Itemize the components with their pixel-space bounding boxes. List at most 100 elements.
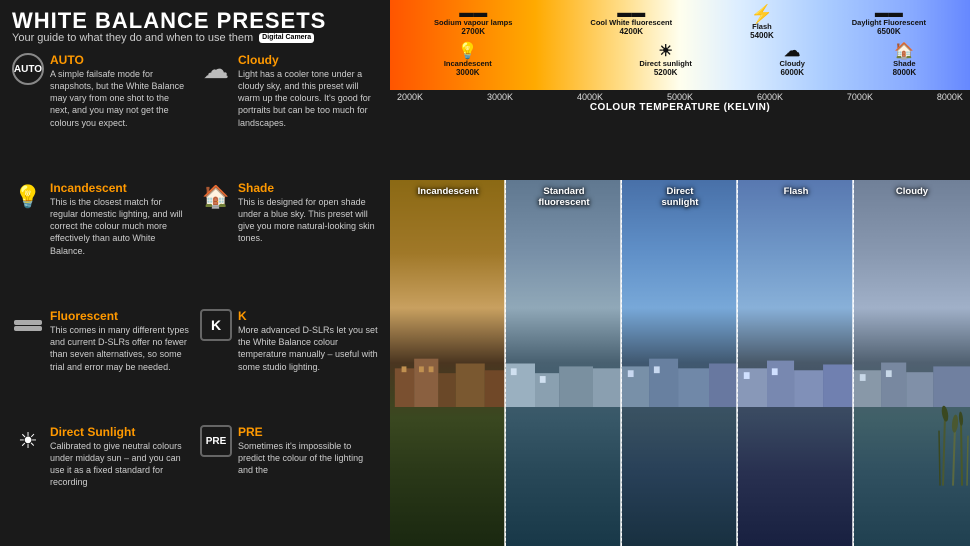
- buildings-flash: [738, 349, 854, 407]
- direct-sunlight-title: Direct Sunlight: [50, 425, 190, 439]
- shade-desc: This is designed for open shade under a …: [238, 196, 378, 245]
- temp-direct-sun: ☀ Direct sunlight 5200K: [639, 44, 692, 77]
- temp-cool-white: ▬▬ Cool White fluorescent 4200K: [590, 5, 672, 40]
- temp-cloudy: ☁ Cloudy 6000K: [780, 44, 805, 77]
- pre-title: PRE: [238, 425, 378, 439]
- scale-3000: 3000K: [487, 92, 513, 102]
- scale-8000: 8000K: [937, 92, 963, 102]
- cloudy-content: Cloudy Light has a cooler tone under a c…: [238, 53, 378, 129]
- cloudy-bar-label: Cloudy: [780, 60, 805, 68]
- buildings-incandescent: [390, 349, 506, 407]
- daylight-fluor-icon: ▬▬: [875, 5, 903, 19]
- top-icons-row: ▬▬ Sodium vapour lamps 2700K ▬▬ Cool Whi…: [390, 5, 970, 40]
- incandescent-sym: 💡: [458, 44, 478, 60]
- shade-content: Shade This is designed for open shade un…: [238, 181, 378, 245]
- photo-cloudy: Cloudy: [854, 180, 970, 546]
- buildings-direct: [622, 349, 738, 407]
- scale-7000: 7000K: [847, 92, 873, 102]
- photo-direct: Direct sunlight: [622, 180, 738, 546]
- fluorescent-title: Fluorescent: [50, 309, 190, 323]
- photo-direct-label: Direct sunlight: [622, 186, 738, 209]
- photo-fluorescent-label: Standard fluorescent: [506, 186, 622, 209]
- incandescent-icon: 💡: [12, 181, 44, 213]
- k-content: K More advanced D-SLRs let you set the W…: [238, 309, 378, 373]
- direct-sunlight-icon: ☀: [12, 425, 44, 457]
- daylight-fluor-label: Daylight Fluorescent: [852, 19, 926, 27]
- direct-sun-sym: ☀: [658, 44, 672, 60]
- shade-icon: 🏠: [200, 181, 232, 213]
- left-panel: WHITE BALANCE PRESETS Your guide to what…: [0, 0, 390, 546]
- incandescent-content: Incandescent This is the closest match f…: [50, 181, 190, 257]
- daylight-fluor-kelvin: 6500K: [877, 27, 901, 36]
- shade-bar-kelvin: 8000K: [893, 68, 917, 77]
- auto-desc: A simple failsafe mode for snapshots, bu…: [50, 68, 190, 129]
- cloudy-title: Cloudy: [238, 53, 378, 67]
- k-title: K: [238, 309, 378, 323]
- temp-incandescent: 💡 Incandescent 3000K: [444, 44, 492, 77]
- incandescent-bar-label: Incandescent: [444, 60, 492, 68]
- flash-kelvin: 5400K: [750, 31, 774, 40]
- direct-sunlight-desc: Calibrated to give neutral colours under…: [50, 440, 190, 489]
- cool-white-label: Cool White fluorescent: [590, 19, 672, 27]
- direct-sunlight-content: Direct Sunlight Calibrated to give neutr…: [50, 425, 190, 489]
- direct-sun-label: Direct sunlight: [639, 60, 692, 68]
- preset-shade: 🏠 Shade This is designed for open shade …: [200, 178, 378, 304]
- flash-label: Flash: [752, 23, 772, 31]
- preset-fluorescent: Fluorescent This comes in many different…: [12, 306, 190, 420]
- scale-2000: 2000K: [397, 92, 423, 102]
- temp-daylight-fluor: ▬▬ Daylight Fluorescent 6500K: [852, 5, 926, 40]
- fluorescent-desc: This comes in many different types and c…: [50, 324, 190, 373]
- preset-incandescent: 💡 Incandescent This is the closest match…: [12, 178, 190, 304]
- preset-k: K K More advanced D-SLRs let you set the…: [200, 306, 378, 420]
- cool-white-icon: ▬▬: [617, 5, 645, 19]
- temperature-bar-wrapper: ▬▬ Sodium vapour lamps 2700K ▬▬ Cool Whi…: [390, 0, 970, 180]
- preset-cloudy: ☁ Cloudy Light has a cooler tone under a…: [200, 50, 378, 176]
- auto-content: AUTO A simple failsafe mode for snapshot…: [50, 53, 190, 129]
- scale-numbers: 2000K 3000K 4000K 5000K 6000K 7000K 8000…: [395, 92, 965, 102]
- preset-pre: PRE PRE Sometimes it's impossible to pre…: [200, 422, 378, 536]
- k-icon: K: [200, 309, 232, 341]
- cloudy-bar-kelvin: 6000K: [780, 68, 804, 77]
- photo-fluorescent: Standard fluorescent: [506, 180, 622, 546]
- reeds-icon: [935, 345, 970, 546]
- right-panel: ▬▬ Sodium vapour lamps 2700K ▬▬ Cool Whi…: [390, 0, 970, 546]
- scale-row: 2000K 3000K 4000K 5000K 6000K 7000K 8000…: [390, 90, 970, 115]
- scale-4000: 4000K: [577, 92, 603, 102]
- photo-cloudy-label: Cloudy: [854, 186, 970, 197]
- fluorescent-content: Fluorescent This comes in many different…: [50, 309, 190, 373]
- fluorescent-icon: [12, 309, 44, 341]
- bottom-icons-row: 💡 Incandescent 3000K ☀ Direct sunlight 5…: [390, 44, 970, 77]
- sodium-kelvin: 2700K: [461, 27, 485, 36]
- logo-badge: Digital Camera: [259, 33, 314, 43]
- photo-flash: Flash: [738, 180, 854, 546]
- pre-icon: PRE: [200, 425, 232, 457]
- incandescent-title: Incandescent: [50, 181, 190, 195]
- cloudy-sym: ☁: [784, 44, 800, 60]
- incandescent-bar-kelvin: 3000K: [456, 68, 480, 77]
- buildings-fluorescent: [506, 349, 622, 407]
- subtitle: Your guide to what they do and when to u…: [12, 32, 378, 44]
- scale-5000: 5000K: [667, 92, 693, 102]
- photo-flash-label: Flash: [738, 186, 854, 197]
- auto-icon: AUTO: [12, 53, 44, 85]
- cool-white-kelvin: 4200K: [619, 27, 643, 36]
- auto-title: AUTO: [50, 53, 190, 67]
- incandescent-desc: This is the closest match for regular do…: [50, 196, 190, 257]
- photos-area: Incandescent Standard fluorescent: [390, 180, 970, 546]
- shade-title: Shade: [238, 181, 378, 195]
- temp-flash: ⚡ Flash 5400K: [750, 5, 774, 40]
- temp-shade: 🏠 Shade 8000K: [893, 44, 917, 77]
- shade-sym: 🏠: [894, 44, 914, 60]
- scale-6000: 6000K: [757, 92, 783, 102]
- kelvin-label: COLOUR TEMPERATURE (Kelvin): [590, 102, 770, 113]
- k-desc: More advanced D-SLRs let you set the Whi…: [238, 324, 378, 373]
- pre-content: PRE Sometimes it's impossible to predict…: [238, 425, 378, 476]
- shade-bar-label: Shade: [893, 60, 916, 68]
- gradient-bar: ▬▬ Sodium vapour lamps 2700K ▬▬ Cool Whi…: [390, 0, 970, 90]
- sodium-label: Sodium vapour lamps: [434, 19, 512, 27]
- cloudy-icon: ☁: [200, 53, 232, 85]
- photo-incandescent: Incandescent: [390, 180, 506, 546]
- pre-desc: Sometimes it's impossible to predict the…: [238, 440, 378, 476]
- presets-grid: AUTO AUTO A simple failsafe mode for sna…: [12, 50, 378, 536]
- preset-direct-sunlight: ☀ Direct Sunlight Calibrated to give neu…: [12, 422, 190, 536]
